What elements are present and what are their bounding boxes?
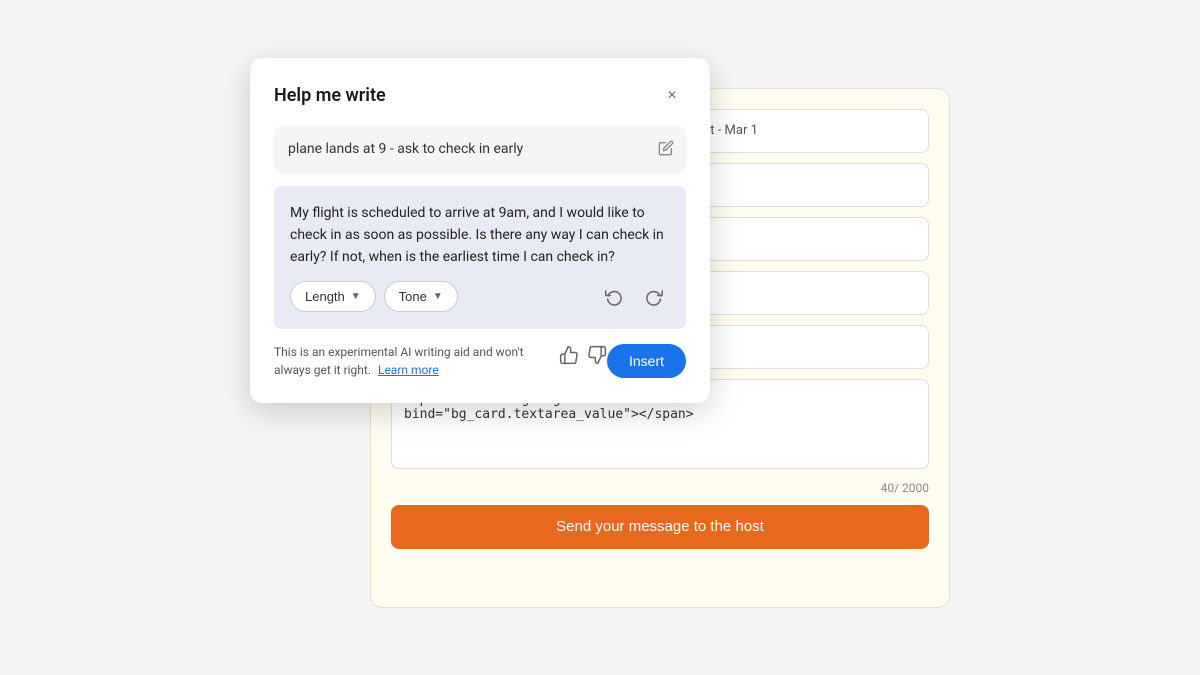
length-arrow-icon: ▼ [351,291,361,302]
modal-footer: This is an experimental AI writing aid a… [274,343,686,379]
prompt-text: plane lands at 9 - ask to check in early [288,141,523,157]
close-button[interactable]: × [658,82,686,110]
learn-more-link[interactable]: Learn more [378,363,439,377]
length-label: Length [305,289,345,304]
feedback-icons [559,345,607,370]
controls-row: Length ▼ Tone ▼ [290,281,670,313]
insert-button[interactable]: Insert [607,344,686,378]
close-icon: × [667,87,676,105]
char-counter: 40/ 2000 [391,481,929,495]
edit-icon[interactable] [658,140,674,160]
disclaimer-text: This is an experimental AI writing aid a… [274,343,551,379]
insert-label: Insert [629,353,664,369]
prompt-area[interactable]: plane lands at 9 - ask to check in early [274,126,686,174]
tone-dropdown[interactable]: Tone ▼ [384,281,458,312]
generated-area: My flight is scheduled to arrive at 9am,… [274,186,686,329]
length-dropdown[interactable]: Length ▼ [290,281,376,312]
refresh-button[interactable] [638,281,670,313]
tone-arrow-icon: ▼ [433,291,443,302]
undo-button[interactable] [598,281,630,313]
send-message-button[interactable]: Send your message to the host [391,505,929,549]
thumbs-up-button[interactable] [559,345,579,370]
thumbs-down-button[interactable] [587,345,607,370]
help-me-write-modal: Help me write × plane lands at 9 - ask t… [250,58,710,403]
modal-header: Help me write × [274,82,686,110]
tone-label: Tone [399,289,427,304]
generated-text: My flight is scheduled to arrive at 9am,… [290,202,670,269]
modal-title: Help me write [274,85,386,106]
